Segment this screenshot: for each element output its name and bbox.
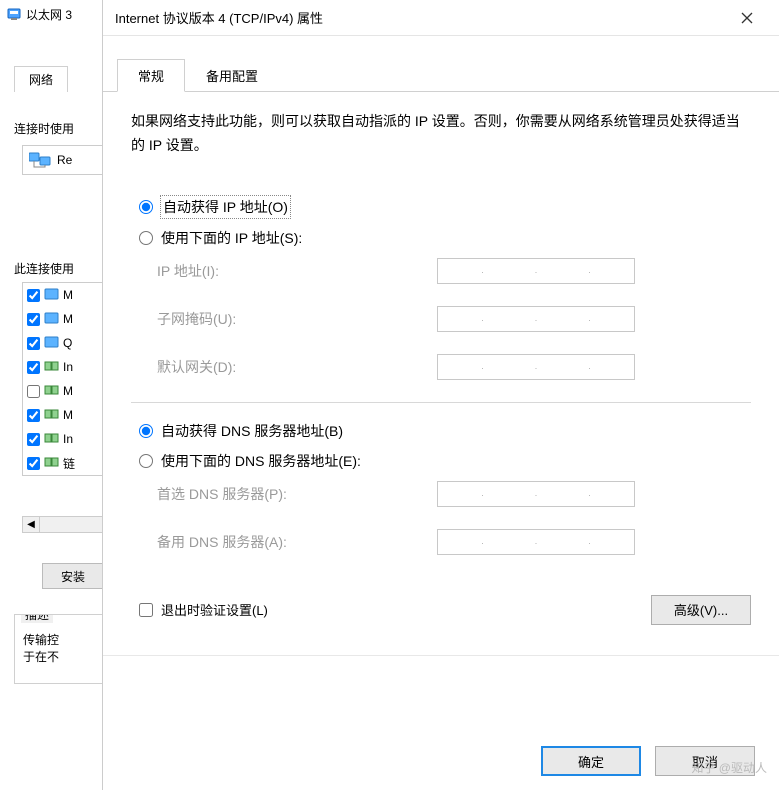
validate-label: 退出时验证设置(L) — [161, 600, 268, 619]
list-item[interactable]: M — [23, 403, 103, 427]
dialog-titlebar: Internet 协议版本 4 (TCP/IPv4) 属性 — [103, 0, 779, 36]
tab-general[interactable]: 常规 — [117, 59, 185, 92]
tab-alternate-config[interactable]: 备用配置 — [185, 59, 279, 92]
default-gateway-label: 默认网关(D): — [157, 357, 437, 377]
close-icon — [741, 12, 753, 24]
list-item[interactable]: In — [23, 355, 103, 379]
protocol-icon — [44, 432, 60, 446]
field-preferred-dns: 首选 DNS 服务器(P): ... — [157, 481, 751, 507]
radio-ip-manual[interactable] — [139, 231, 153, 245]
advanced-button[interactable]: 高级(V)... — [651, 595, 751, 625]
field-subnet-mask: 子网掩码(U): ... — [157, 306, 751, 332]
ethernet-title: 以太网 3 — [26, 6, 72, 23]
subnet-mask-label: 子网掩码(U): — [157, 309, 437, 329]
ip-address-label: IP 地址(I): — [157, 261, 437, 281]
default-gateway-input[interactable]: ... — [437, 354, 635, 380]
network-adapter-icon — [29, 151, 51, 169]
ipv4-properties-dialog: Internet 协议版本 4 (TCP/IPv4) 属性 常规 备用配置 如果… — [102, 0, 779, 790]
parent-description-group: 描述 传输控 于在不 — [14, 614, 104, 684]
protocol-icon — [44, 312, 60, 326]
protocol-icon — [44, 384, 60, 398]
list-item[interactable]: M — [23, 307, 103, 331]
protocol-icon — [44, 360, 60, 374]
protocol-icon — [44, 456, 60, 470]
alternate-dns-label: 备用 DNS 服务器(A): — [157, 532, 437, 552]
description-line2: 于在不 — [23, 648, 95, 665]
section-divider — [131, 402, 751, 403]
protocol-checkbox[interactable] — [27, 433, 40, 446]
list-item[interactable]: 链 — [23, 451, 103, 475]
validate-checkbox[interactable] — [139, 603, 153, 617]
validate-row[interactable]: 退出时验证设置(L) — [139, 600, 268, 619]
radio-ip-auto[interactable] — [139, 200, 153, 214]
protocol-checkbox[interactable] — [27, 313, 40, 326]
radio-ip-manual-label: 使用下面的 IP 地址(S): — [161, 228, 302, 248]
radio-dns-auto[interactable] — [139, 424, 153, 438]
protocol-checkbox[interactable] — [27, 385, 40, 398]
protocol-icon — [44, 288, 60, 302]
list-item[interactable]: In — [23, 427, 103, 451]
radio-dns-manual-label: 使用下面的 DNS 服务器地址(E): — [161, 451, 361, 471]
alternate-dns-input[interactable]: ... — [437, 529, 635, 555]
dns-auto-row[interactable]: 自动获得 DNS 服务器地址(B) — [131, 421, 751, 441]
parent-connect-using-label: 连接时使用 — [14, 120, 74, 137]
parent-adapter-box[interactable]: Re — [22, 145, 104, 175]
protocol-icon — [44, 336, 60, 350]
description-line1: 传输控 — [23, 631, 95, 648]
ip-address-input[interactable]: ... — [437, 258, 635, 284]
protocol-checkbox[interactable] — [27, 361, 40, 374]
ip-manual-row[interactable]: 使用下面的 IP 地址(S): — [131, 228, 751, 248]
field-default-gateway: 默认网关(D): ... — [157, 354, 751, 380]
parent-install-button[interactable]: 安装 — [42, 563, 104, 589]
dns-manual-row[interactable]: 使用下面的 DNS 服务器地址(E): — [131, 451, 751, 471]
cancel-button[interactable]: 取消 — [655, 746, 755, 776]
protocol-checkbox[interactable] — [27, 337, 40, 350]
list-item[interactable]: M — [23, 379, 103, 403]
parent-protocol-list[interactable]: M M Q In M M In 链 — [22, 282, 104, 476]
ip-auto-row[interactable]: 自动获得 IP 地址(O) — [131, 196, 751, 218]
parent-properties-window: 以太网 3 网络 连接时使用 Re 此连接使用 M M Q In M M In … — [0, 0, 105, 790]
dialog-title: Internet 协议版本 4 (TCP/IPv4) 属性 — [115, 8, 323, 27]
list-item[interactable]: Q — [23, 331, 103, 355]
preferred-dns-input[interactable]: ... — [437, 481, 635, 507]
intro-text: 如果网络支持此功能，则可以获取自动指派的 IP 设置。否则，你需要从网络系统管理… — [131, 110, 751, 158]
bottom-row: 退出时验证设置(L) 高级(V)... — [131, 595, 751, 625]
protocol-checkbox[interactable] — [27, 289, 40, 302]
dialog-close-button[interactable] — [727, 3, 767, 33]
protocol-icon — [44, 408, 60, 422]
parent-tab-network[interactable]: 网络 — [14, 66, 68, 92]
protocol-checkbox[interactable] — [27, 457, 40, 470]
subnet-mask-input[interactable]: ... — [437, 306, 635, 332]
field-ip-address: IP 地址(I): ... — [157, 258, 751, 284]
radio-dns-auto-label: 自动获得 DNS 服务器地址(B) — [161, 421, 343, 441]
list-item[interactable]: M — [23, 283, 103, 307]
field-alternate-dns: 备用 DNS 服务器(A): ... — [157, 529, 751, 555]
parent-connection-uses-label: 此连接使用 — [14, 260, 74, 277]
dialog-footer: 确定 取消 — [541, 746, 755, 776]
radio-ip-auto-label: 自动获得 IP 地址(O) — [161, 196, 290, 218]
parent-adapter-text: Re — [57, 153, 72, 167]
preferred-dns-label: 首选 DNS 服务器(P): — [157, 484, 437, 504]
dialog-tabs: 常规 备用配置 — [103, 36, 779, 92]
dialog-footer-separator — [103, 655, 779, 666]
parent-horizontal-scrollbar[interactable]: ◀ — [22, 516, 104, 533]
protocol-checkbox[interactable] — [27, 409, 40, 422]
description-legend: 描述 — [21, 614, 53, 623]
radio-dns-manual[interactable] — [139, 454, 153, 468]
dialog-content: 如果网络支持此功能，则可以获取自动指派的 IP 设置。否则，你需要从网络系统管理… — [103, 92, 779, 643]
ok-button[interactable]: 确定 — [541, 746, 641, 776]
ethernet-icon — [6, 6, 22, 22]
scroll-left-icon[interactable]: ◀ — [23, 517, 40, 532]
